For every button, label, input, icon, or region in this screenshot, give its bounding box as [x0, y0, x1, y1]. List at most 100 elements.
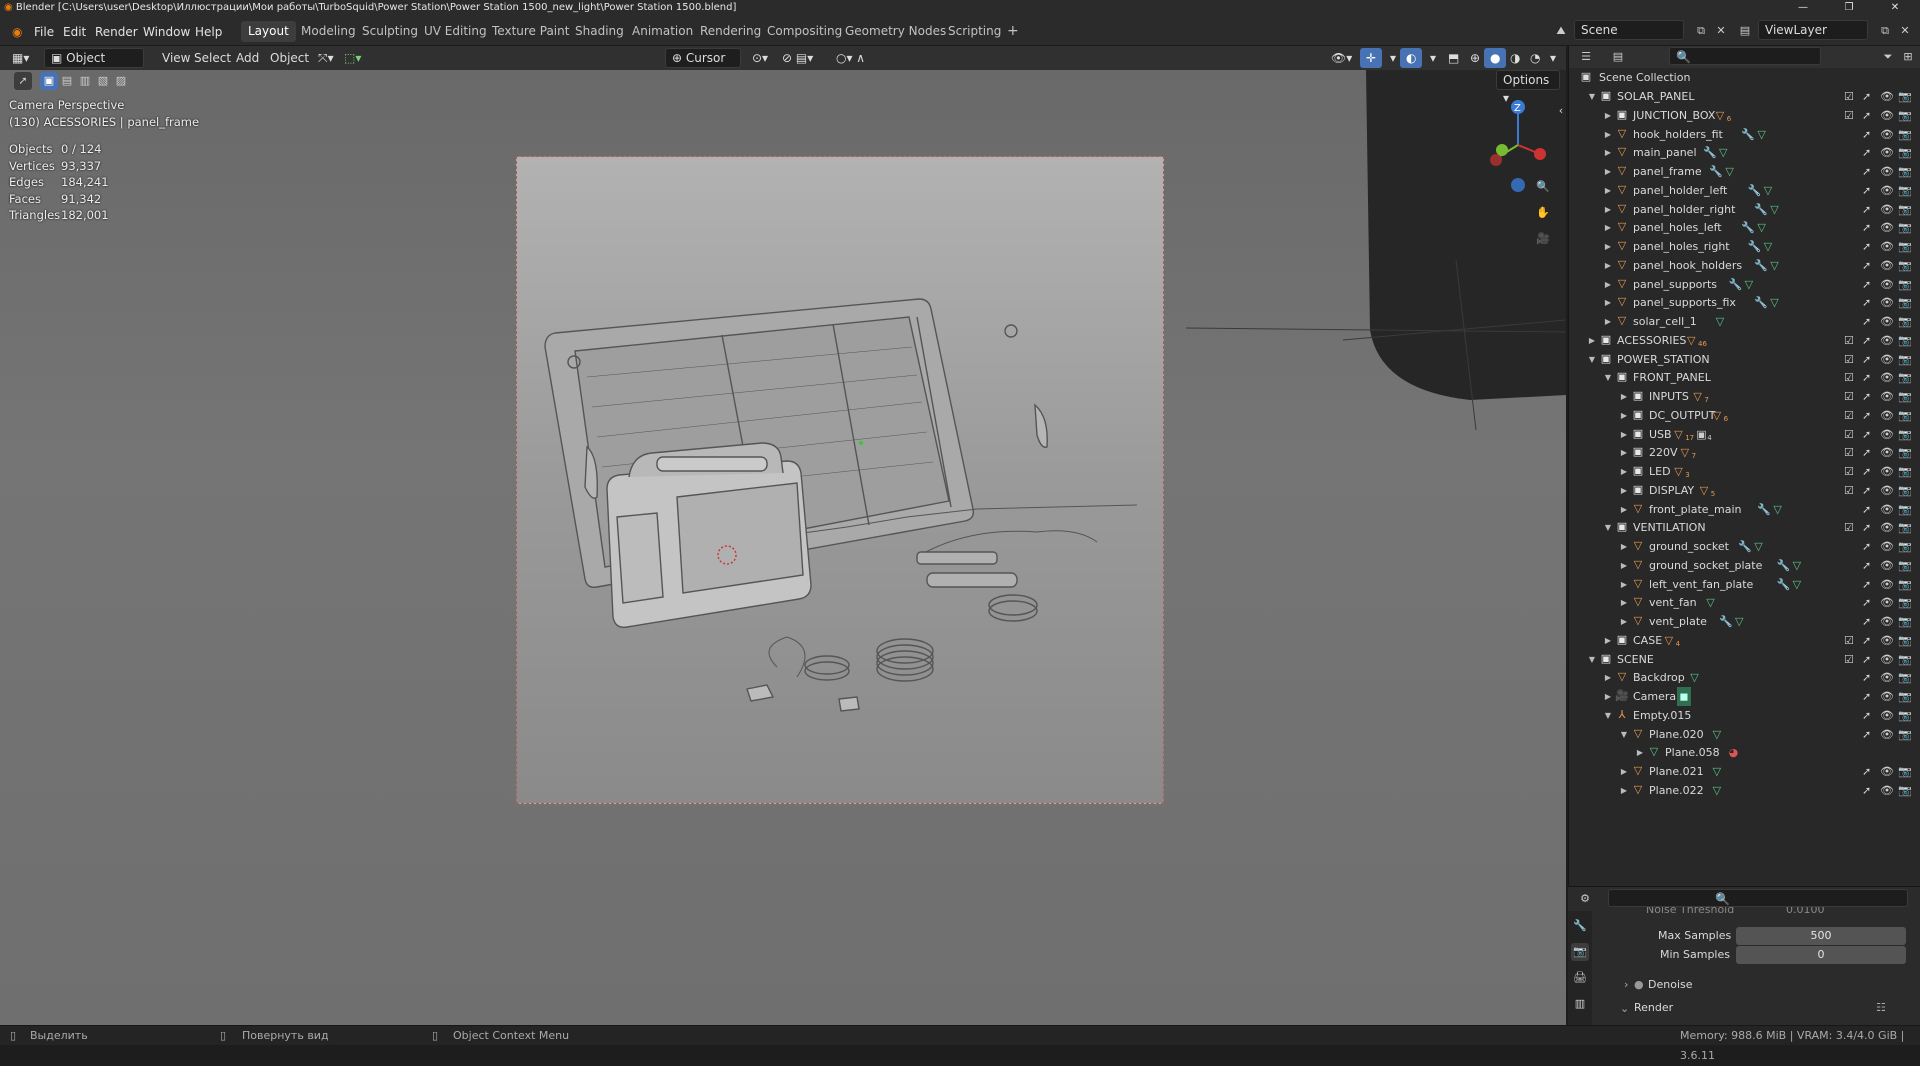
selectable-icon[interactable]: ➚ — [1862, 162, 1871, 181]
selectable-icon[interactable]: ➚ — [1862, 218, 1871, 237]
selectable-icon[interactable]: ➚ — [1862, 125, 1871, 144]
render-camera-icon[interactable]: 📷 — [1898, 668, 1912, 687]
selectable-icon[interactable]: ➚ — [1862, 406, 1871, 425]
outliner-object-row[interactable]: ▶ ▽ panel_holder_right 🔧 ▽ ➚ 👁 📷 — [1569, 200, 1920, 219]
3d-viewport[interactable]: ➚ ▣ ▤ ▥ ▧ ▨ Options ▾ Camera Perspective… — [0, 70, 1566, 1025]
render-camera-icon[interactable]: 📷 — [1898, 500, 1912, 519]
mesh-data-icon[interactable]: ▽ — [1773, 500, 1781, 519]
selectable-icon[interactable]: ➚ — [1862, 425, 1871, 444]
outliner-object-row[interactable]: ▶ ▽ solar_cell_1 ▽ ➚ 👁 📷 — [1569, 312, 1920, 331]
min-samples-field[interactable]: 0 — [1736, 946, 1906, 964]
render-camera-icon[interactable]: 📷 — [1898, 162, 1912, 181]
expand-toggle-icon[interactable]: ▶ — [1603, 218, 1613, 237]
outliner-object-row[interactable]: ▶ ▽ ground_socket_plate 🔧 ▽ ➚ 👁 📷 — [1569, 556, 1920, 575]
denoise-chevron-icon[interactable]: › — [1624, 978, 1628, 991]
mesh-data-icon[interactable]: ▽ — [1764, 237, 1772, 256]
pivot-point-icon[interactable]: ⊙▾ — [746, 48, 774, 68]
delete-scene-icon[interactable]: ✕ — [1712, 22, 1730, 40]
mesh-data-icon[interactable]: ▽ — [1713, 762, 1721, 781]
outliner-object-row[interactable]: ▶ ▽ panel_supports 🔧 ▽ ➚ 👁 📷 — [1569, 275, 1920, 294]
mesh-data-icon[interactable]: ▽ — [1690, 668, 1698, 687]
selectable-icon[interactable]: ➚ — [1862, 593, 1871, 612]
expand-toggle-icon[interactable]: ▶ — [1619, 781, 1629, 800]
selectable-icon[interactable]: ➚ — [1862, 256, 1871, 275]
expand-toggle-icon[interactable]: ▶ — [1603, 237, 1613, 256]
max-samples-field[interactable]: 500 — [1736, 927, 1906, 945]
menu-window[interactable]: Window — [137, 23, 196, 41]
selectable-icon[interactable]: ➚ — [1862, 443, 1871, 462]
expand-toggle-icon[interactable]: ▶ — [1603, 312, 1613, 331]
eye-icon[interactable]: 👁 — [1880, 275, 1894, 294]
render-camera-icon[interactable]: 📷 — [1898, 518, 1912, 537]
selectable-icon[interactable]: ➚ — [1862, 537, 1871, 556]
selectable-icon[interactable]: ➚ — [1862, 706, 1871, 725]
mode-selector[interactable]: ▣ Object Mode ▾ — [44, 48, 144, 83]
outliner-collection-row[interactable]: ▶ ▣ JUNCTION_BOX ▽ 6 ☑ ➚ 👁 📷 — [1569, 106, 1920, 125]
outliner-object-row[interactable]: ▶ ▽ ground_socket 🔧 ▽ ➚ 👁 📷 — [1569, 537, 1920, 556]
view-layer-tab-icon[interactable]: ▥ — [1571, 995, 1589, 1013]
exclude-checkbox[interactable]: ☑ — [1844, 650, 1854, 669]
selectable-icon[interactable]: ➚ — [1862, 237, 1871, 256]
eye-icon[interactable]: 👁 — [1880, 387, 1894, 406]
select-intersect-icon[interactable]: ▨ — [112, 72, 130, 90]
render-camera-icon[interactable]: 📷 — [1898, 650, 1912, 669]
menu-edit[interactable]: Edit — [57, 23, 92, 41]
render-chevron-icon[interactable]: ⌄ — [1620, 1002, 1629, 1015]
eye-icon[interactable]: 👁 — [1880, 593, 1894, 612]
mesh-data-icon[interactable]: ▽ — [1793, 556, 1801, 575]
expand-toggle-icon[interactable]: ▶ — [1603, 181, 1613, 200]
selectable-icon[interactable]: ➚ — [1862, 293, 1871, 312]
modifier-wrench-icon[interactable]: 🔧 — [1754, 256, 1768, 275]
modifier-wrench-icon[interactable]: 🔧 — [1729, 275, 1743, 294]
render-camera-icon[interactable]: 📷 — [1898, 406, 1912, 425]
new-scene-icon[interactable]: ⧉ — [1692, 22, 1710, 40]
modifier-wrench-icon[interactable]: 🔧 — [1741, 218, 1755, 237]
outliner-collection-row[interactable]: ▶ ▣ USB ▽ 17 ▣ 4 ☑ ➚ 👁 📷 — [1569, 425, 1920, 444]
eye-icon[interactable]: 👁 — [1880, 612, 1894, 631]
selectable-icon[interactable]: ➚ — [1862, 368, 1871, 387]
eye-icon[interactable]: 👁 — [1880, 125, 1894, 144]
outliner-editor-icon[interactable]: ☰ — [1577, 48, 1595, 66]
expand-toggle-icon[interactable]: ▶ — [1619, 462, 1629, 481]
gizmo-toggle-icon[interactable]: ✛ — [1360, 48, 1383, 68]
render-camera-icon[interactable]: 📷 — [1898, 725, 1912, 744]
exclude-checkbox[interactable]: ☑ — [1844, 387, 1854, 406]
expand-toggle-icon[interactable]: ▶ — [1587, 331, 1597, 350]
camera-data-icon[interactable]: ◼ — [1677, 687, 1691, 706]
tab-scripting[interactable]: Scripting — [941, 21, 1008, 42]
expand-toggle-icon[interactable]: ▶ — [1619, 443, 1629, 462]
expand-toggle-icon[interactable]: ▶ — [1603, 162, 1613, 181]
expand-toggle-icon[interactable]: ▶ — [1619, 593, 1629, 612]
tab-modeling[interactable]: Modeling — [294, 21, 363, 42]
selectable-icon[interactable]: ➚ — [1862, 387, 1871, 406]
outliner-object-row[interactable]: ▶ ▽ vent_plate 🔧 ▽ ➚ 👁 📷 — [1569, 612, 1920, 631]
render-camera-icon[interactable]: 📷 — [1898, 556, 1912, 575]
eye-icon[interactable]: 👁 — [1880, 556, 1894, 575]
render-camera-icon[interactable]: 📷 — [1898, 575, 1912, 594]
outliner-collection-row[interactable]: ▼ ▣ FRONT_PANEL ☑ ➚ 👁 📷 — [1569, 368, 1920, 387]
output-tab-icon[interactable]: 🖨 — [1571, 969, 1589, 987]
camera-view-icon[interactable]: 🎥 — [1534, 230, 1552, 248]
properties-editor-icon[interactable]: ⚙ — [1576, 890, 1594, 908]
editor-type-icon[interactable]: ▦▾ — [6, 48, 35, 68]
render-camera-icon[interactable]: 📷 — [1898, 275, 1912, 294]
mesh-data-icon[interactable]: ▽ — [1735, 612, 1743, 631]
render-camera-icon[interactable]: 📷 — [1898, 312, 1912, 331]
selectable-icon[interactable]: ➚ — [1862, 200, 1871, 219]
render-camera-icon[interactable]: 📷 — [1898, 387, 1912, 406]
select-extend-icon[interactable]: ▤ — [58, 72, 76, 90]
selectable-icon[interactable]: ➚ — [1862, 612, 1871, 631]
eye-icon[interactable]: 👁 — [1880, 256, 1894, 275]
selectable-icon[interactable]: ➚ — [1862, 650, 1871, 669]
eye-icon[interactable]: 👁 — [1880, 237, 1894, 256]
selectable-icon[interactable]: ➚ — [1862, 518, 1871, 537]
selectable-icon[interactable]: ➚ — [1862, 500, 1871, 519]
tab-uv-editing[interactable]: UV Editing — [417, 21, 494, 42]
eye-icon[interactable]: 👁 — [1880, 350, 1894, 369]
eye-icon[interactable]: 👁 — [1880, 462, 1894, 481]
modifier-wrench-icon[interactable]: 🔧 — [1777, 575, 1791, 594]
expand-toggle-icon[interactable]: ▶ — [1603, 106, 1613, 125]
eye-icon[interactable]: 👁 — [1880, 331, 1894, 350]
expand-toggle-icon[interactable]: ▶ — [1619, 500, 1629, 519]
outliner-search-input[interactable]: 🔍 — [1669, 47, 1821, 65]
